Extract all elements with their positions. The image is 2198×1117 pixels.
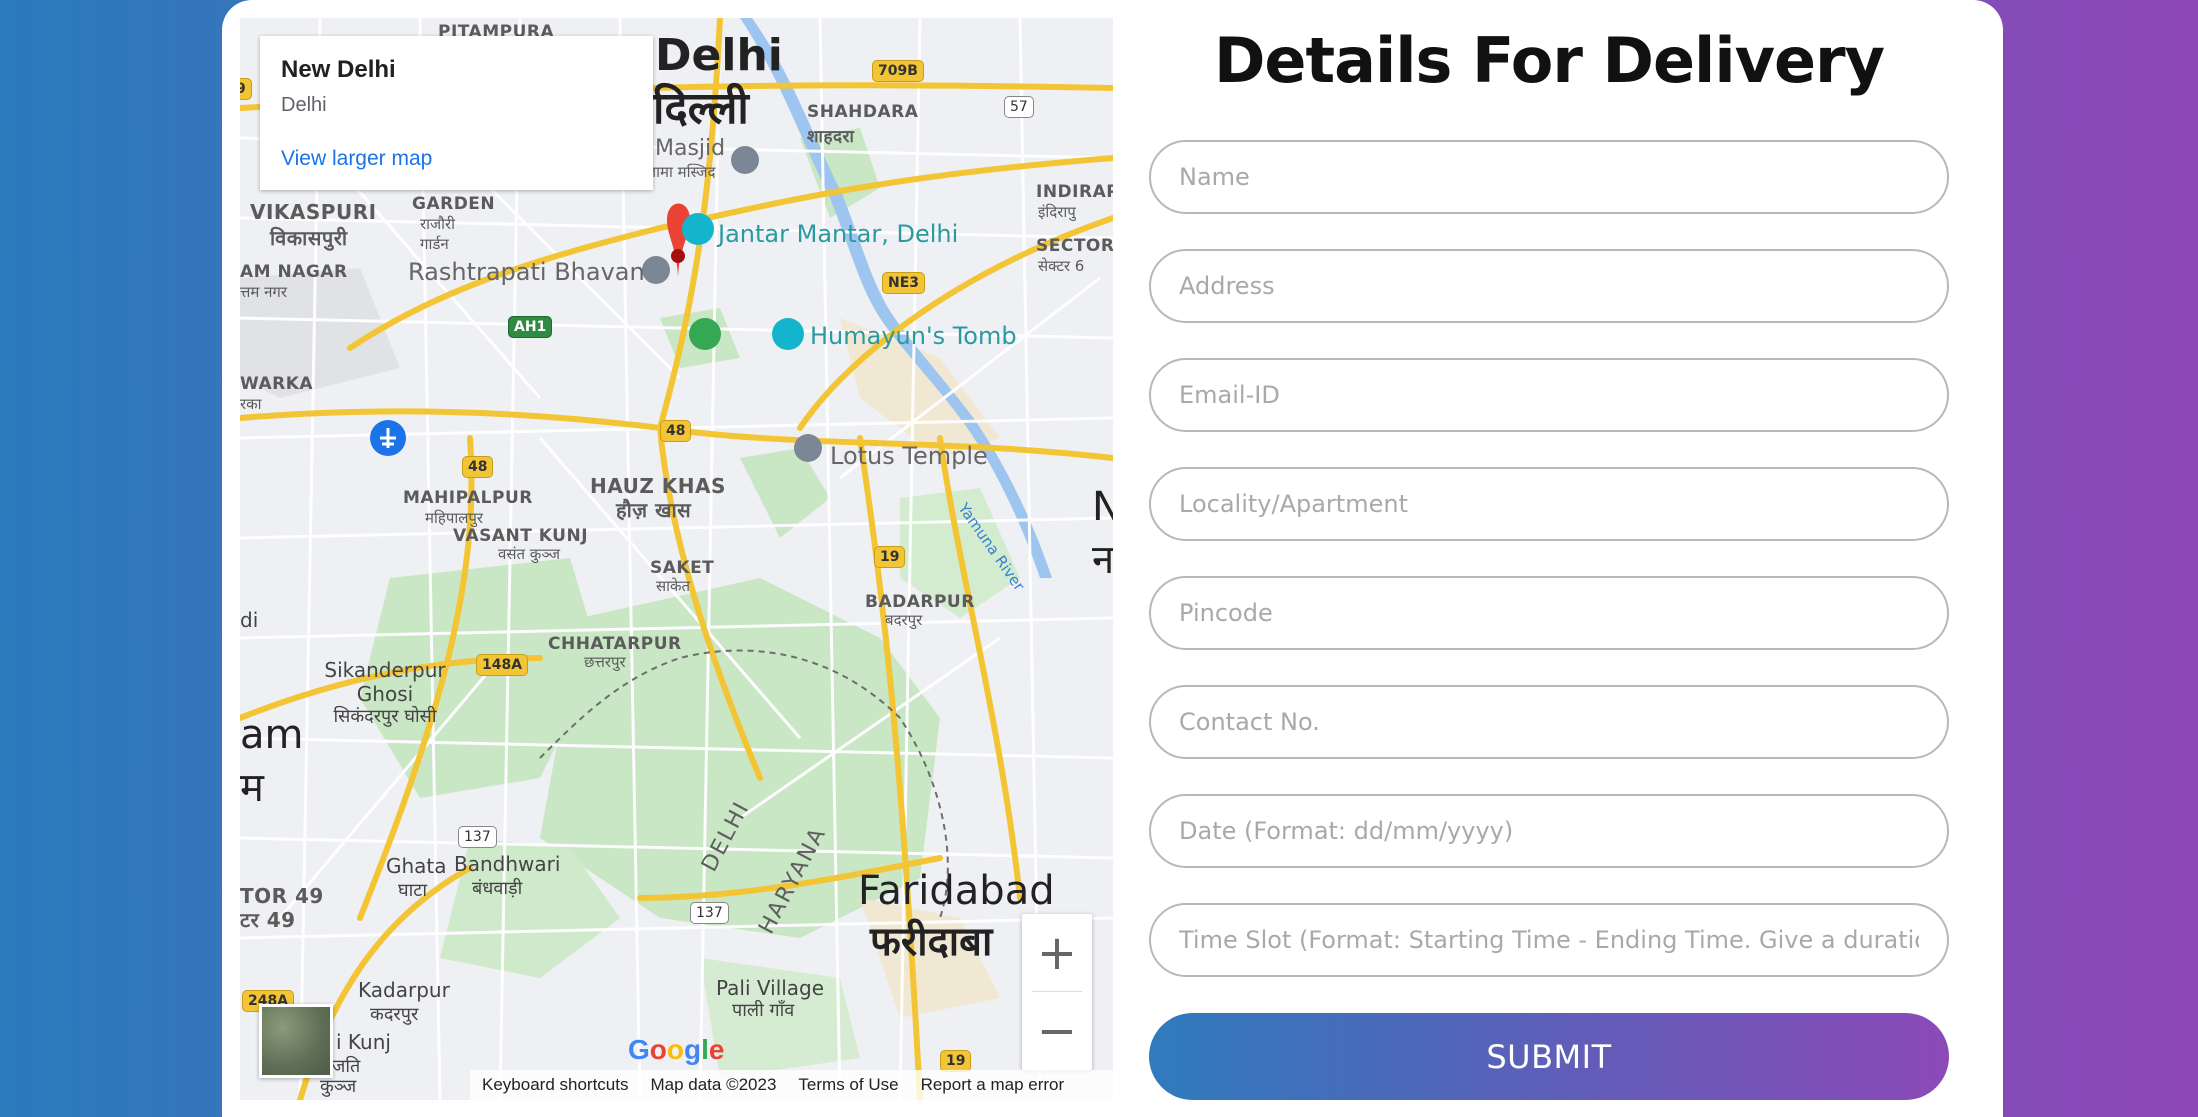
road-shield: NE3 — [882, 272, 926, 294]
map-label: जामा मस्जिद — [645, 163, 716, 181]
map-label: साकेत — [656, 577, 691, 595]
map-label: Sikanderpur Ghosi — [324, 658, 446, 706]
map-label: घाटा — [398, 880, 428, 901]
zoom-in-button[interactable]: + — [1022, 914, 1092, 992]
zoom-out-button[interactable]: − — [1022, 992, 1092, 1070]
pincode-field[interactable] — [1149, 576, 1949, 650]
locality-field[interactable] — [1149, 467, 1949, 541]
map-label: हौज़ खास — [616, 498, 692, 522]
map-data-text: Map data ©2023 — [650, 1075, 777, 1094]
address-field[interactable] — [1149, 249, 1949, 323]
map-label: टर 49 — [240, 908, 296, 932]
map-label-faridabad: Faridabad — [858, 868, 1055, 914]
map-label-rashtrapati-bhavan: Rashtrapati Bhavan — [408, 258, 645, 286]
map-label: शाहदरा — [807, 127, 855, 147]
map-label: BADARPUR — [865, 592, 975, 612]
map-label: इंदिरापु — [1038, 203, 1076, 221]
embedded-map[interactable]: PITAMPURA Delhi दिल्ली SHAHDARA शाहदरा M… — [240, 18, 1113, 1100]
zoom-control: + − — [1022, 914, 1092, 1070]
map-label-delhi: Delhi — [655, 30, 783, 81]
road-shield: 19 — [874, 546, 906, 568]
map-label-delhi-hindi: दिल्ली — [653, 83, 749, 134]
place-title: New Delhi — [281, 56, 396, 83]
map-label: म — [240, 765, 264, 811]
road-shield: 19 — [940, 1050, 972, 1072]
name-field[interactable] — [1149, 140, 1949, 214]
place-subtitle: Delhi — [281, 94, 327, 116]
map-label: न — [1092, 537, 1113, 583]
map-label-lotus-temple: Lotus Temple — [830, 442, 988, 470]
map-label: CHHATARPUR — [548, 634, 682, 654]
map-label: AM NAGAR — [240, 262, 348, 282]
map-label: वसंत कुञ्ज — [498, 545, 560, 563]
map-label: di — [240, 608, 259, 632]
map-label: त्तम नगर — [240, 283, 288, 301]
map-label: i Kunj — [336, 1030, 391, 1054]
map-label: am — [240, 712, 304, 758]
map-label: Masjid — [655, 136, 726, 161]
map-label: SAKET — [650, 558, 715, 578]
contact-field[interactable] — [1149, 685, 1949, 759]
map-label: WARKA — [240, 374, 314, 394]
map-label: कदरपुर — [370, 1004, 419, 1025]
road-shield: AH1 — [508, 316, 553, 338]
map-label: पाली गाँव — [732, 1000, 795, 1021]
map-label: छत्तरपुर — [584, 653, 626, 671]
map-label: राजौरी गार्डन — [420, 215, 456, 253]
map-label: TOR 49 — [240, 884, 324, 908]
keyboard-shortcuts-link[interactable]: Keyboard shortcuts — [482, 1075, 628, 1095]
road-shield: 9 — [240, 78, 252, 100]
map-label: सिकंदरपुर घोसी — [333, 706, 437, 727]
email-field[interactable] — [1149, 358, 1949, 432]
map-info-box: New Delhi Delhi View larger map — [260, 36, 653, 190]
map-label: Bandhwari — [454, 852, 561, 876]
map-label: HAUZ KHAS — [590, 474, 726, 498]
zoom-divider — [1032, 991, 1082, 992]
report-map-error-link[interactable]: Report a map error — [921, 1075, 1065, 1095]
map-label: N — [1092, 484, 1113, 530]
road-shield: 57 — [1004, 96, 1034, 118]
map-label: VIKASPURI — [250, 200, 377, 224]
map-label: INDIRAP — [1036, 182, 1113, 202]
form-title: Details For Delivery — [1213, 24, 1885, 97]
map-label: SECTOR — [1036, 236, 1113, 256]
satellite-view-toggle[interactable] — [259, 1004, 333, 1078]
date-field[interactable] — [1149, 794, 1949, 868]
map-label: बदरपुर — [885, 611, 923, 629]
map-label: बंधवाड़ी — [472, 878, 523, 899]
map-label: VASANT KUNJ — [453, 526, 589, 546]
road-shield: 48 — [660, 420, 692, 442]
map-label: MAHIPALPUR — [403, 488, 533, 508]
submit-button[interactable]: SUBMIT — [1149, 1013, 1949, 1100]
map-label-faridabad-hindi: फरीदाबा — [870, 919, 993, 965]
terms-of-use-link[interactable]: Terms of Use — [798, 1075, 898, 1095]
map-label: सेक्टर 6 — [1038, 257, 1085, 275]
map-label: Ghata — [386, 854, 447, 878]
time-slot-field[interactable] — [1149, 903, 1949, 977]
map-label: Kadarpur — [358, 978, 450, 1002]
road-shield: 48 — [462, 456, 494, 478]
road-shield: 709B — [872, 60, 924, 82]
google-logo: Google — [628, 1034, 725, 1065]
map-label-humayuns-tomb: Humayun's Tomb — [810, 322, 1017, 350]
map-label: SHAHDARA — [807, 102, 919, 122]
map-label: विकासपुरी — [270, 226, 348, 250]
map-label-jantar-mantar: Jantar Mantar, Delhi — [718, 220, 959, 248]
view-larger-map-link[interactable]: View larger map — [281, 147, 632, 171]
road-shield: 137 — [458, 826, 497, 848]
map-label: महिपालपुर — [425, 509, 484, 527]
map-label: GARDEN — [412, 194, 496, 214]
map-attribution-bar: Keyboard shortcuts Map data ©2023 Terms … — [470, 1070, 1113, 1100]
road-shield: 137 — [690, 902, 729, 924]
map-label: रका — [240, 395, 262, 413]
map-label: Pali Village — [716, 976, 825, 1000]
road-shield: 148A — [476, 654, 529, 676]
